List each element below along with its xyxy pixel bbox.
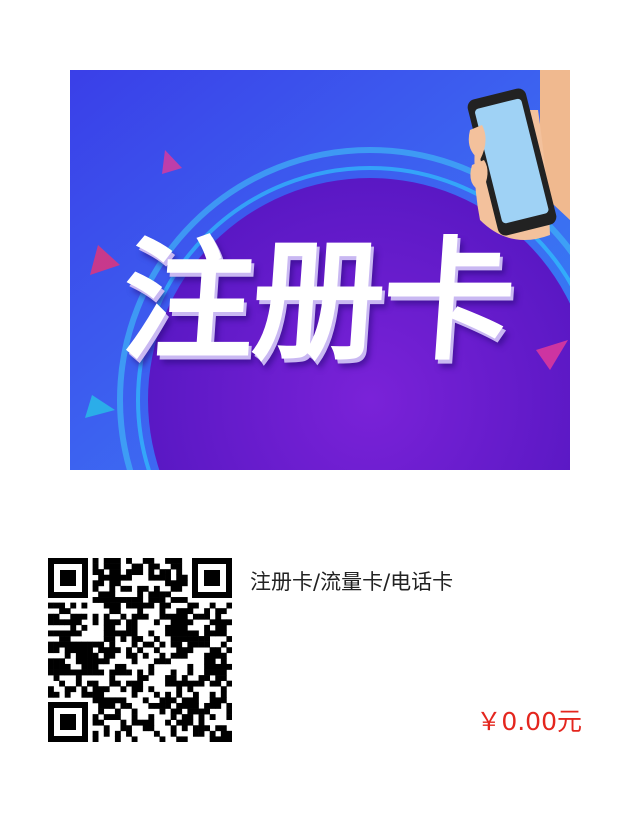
product-banner-image[interactable]: 注册卡 [70,70,570,470]
product-name: 注册卡/流量卡/电话卡 [250,570,454,594]
banner-title: 注册卡 [117,224,519,379]
qr-code-icon [48,558,232,742]
product-price: ￥0.00元 [476,707,582,736]
